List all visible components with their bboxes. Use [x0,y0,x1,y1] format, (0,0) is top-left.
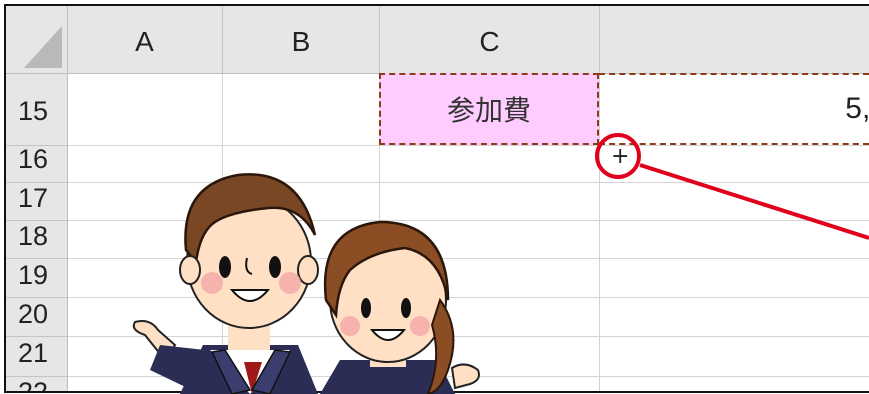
row-header-21[interactable]: 21 [6,340,67,367]
row-header-22[interactable]: 22 [6,379,67,392]
column-header-d[interactable] [600,6,869,73]
gridline-row-15 [6,145,869,146]
row-header-15[interactable]: 15 [6,98,67,125]
row-header-20[interactable]: 20 [6,301,67,328]
row-header-17[interactable]: 17 [6,185,67,212]
column-header-a[interactable]: A [67,6,222,73]
spreadsheet-frame: A B C 15 16 17 18 19 20 21 22 参加費 5,0 [4,4,869,393]
row-header-divider[interactable] [6,258,67,259]
gridline-row-21 [6,376,869,377]
cell-c15[interactable]: 参加費 [379,73,599,145]
column-header-c[interactable]: C [380,6,599,73]
gridline-row-16 [6,182,869,183]
gridline-row-18 [6,258,869,259]
select-all-triangle-icon [24,26,62,68]
gridline-row-20 [6,336,869,337]
cell-d15[interactable]: 5,0 [599,73,869,145]
row-header-divider[interactable] [6,336,67,337]
gridline-row-19 [6,297,869,298]
row-header-16[interactable]: 16 [6,146,67,173]
column-header-b[interactable]: B [223,6,379,73]
gridline-row-17 [6,220,869,221]
row-header-18[interactable]: 18 [6,223,67,250]
select-all-corner[interactable] [6,6,68,74]
cell-c15-value: 参加費 [446,94,531,127]
cell-d15-value: 5,0 [845,92,869,125]
row-header-19[interactable]: 19 [6,262,67,289]
row-header-divider[interactable] [6,297,67,298]
fill-cursor-icon: + [611,144,630,169]
